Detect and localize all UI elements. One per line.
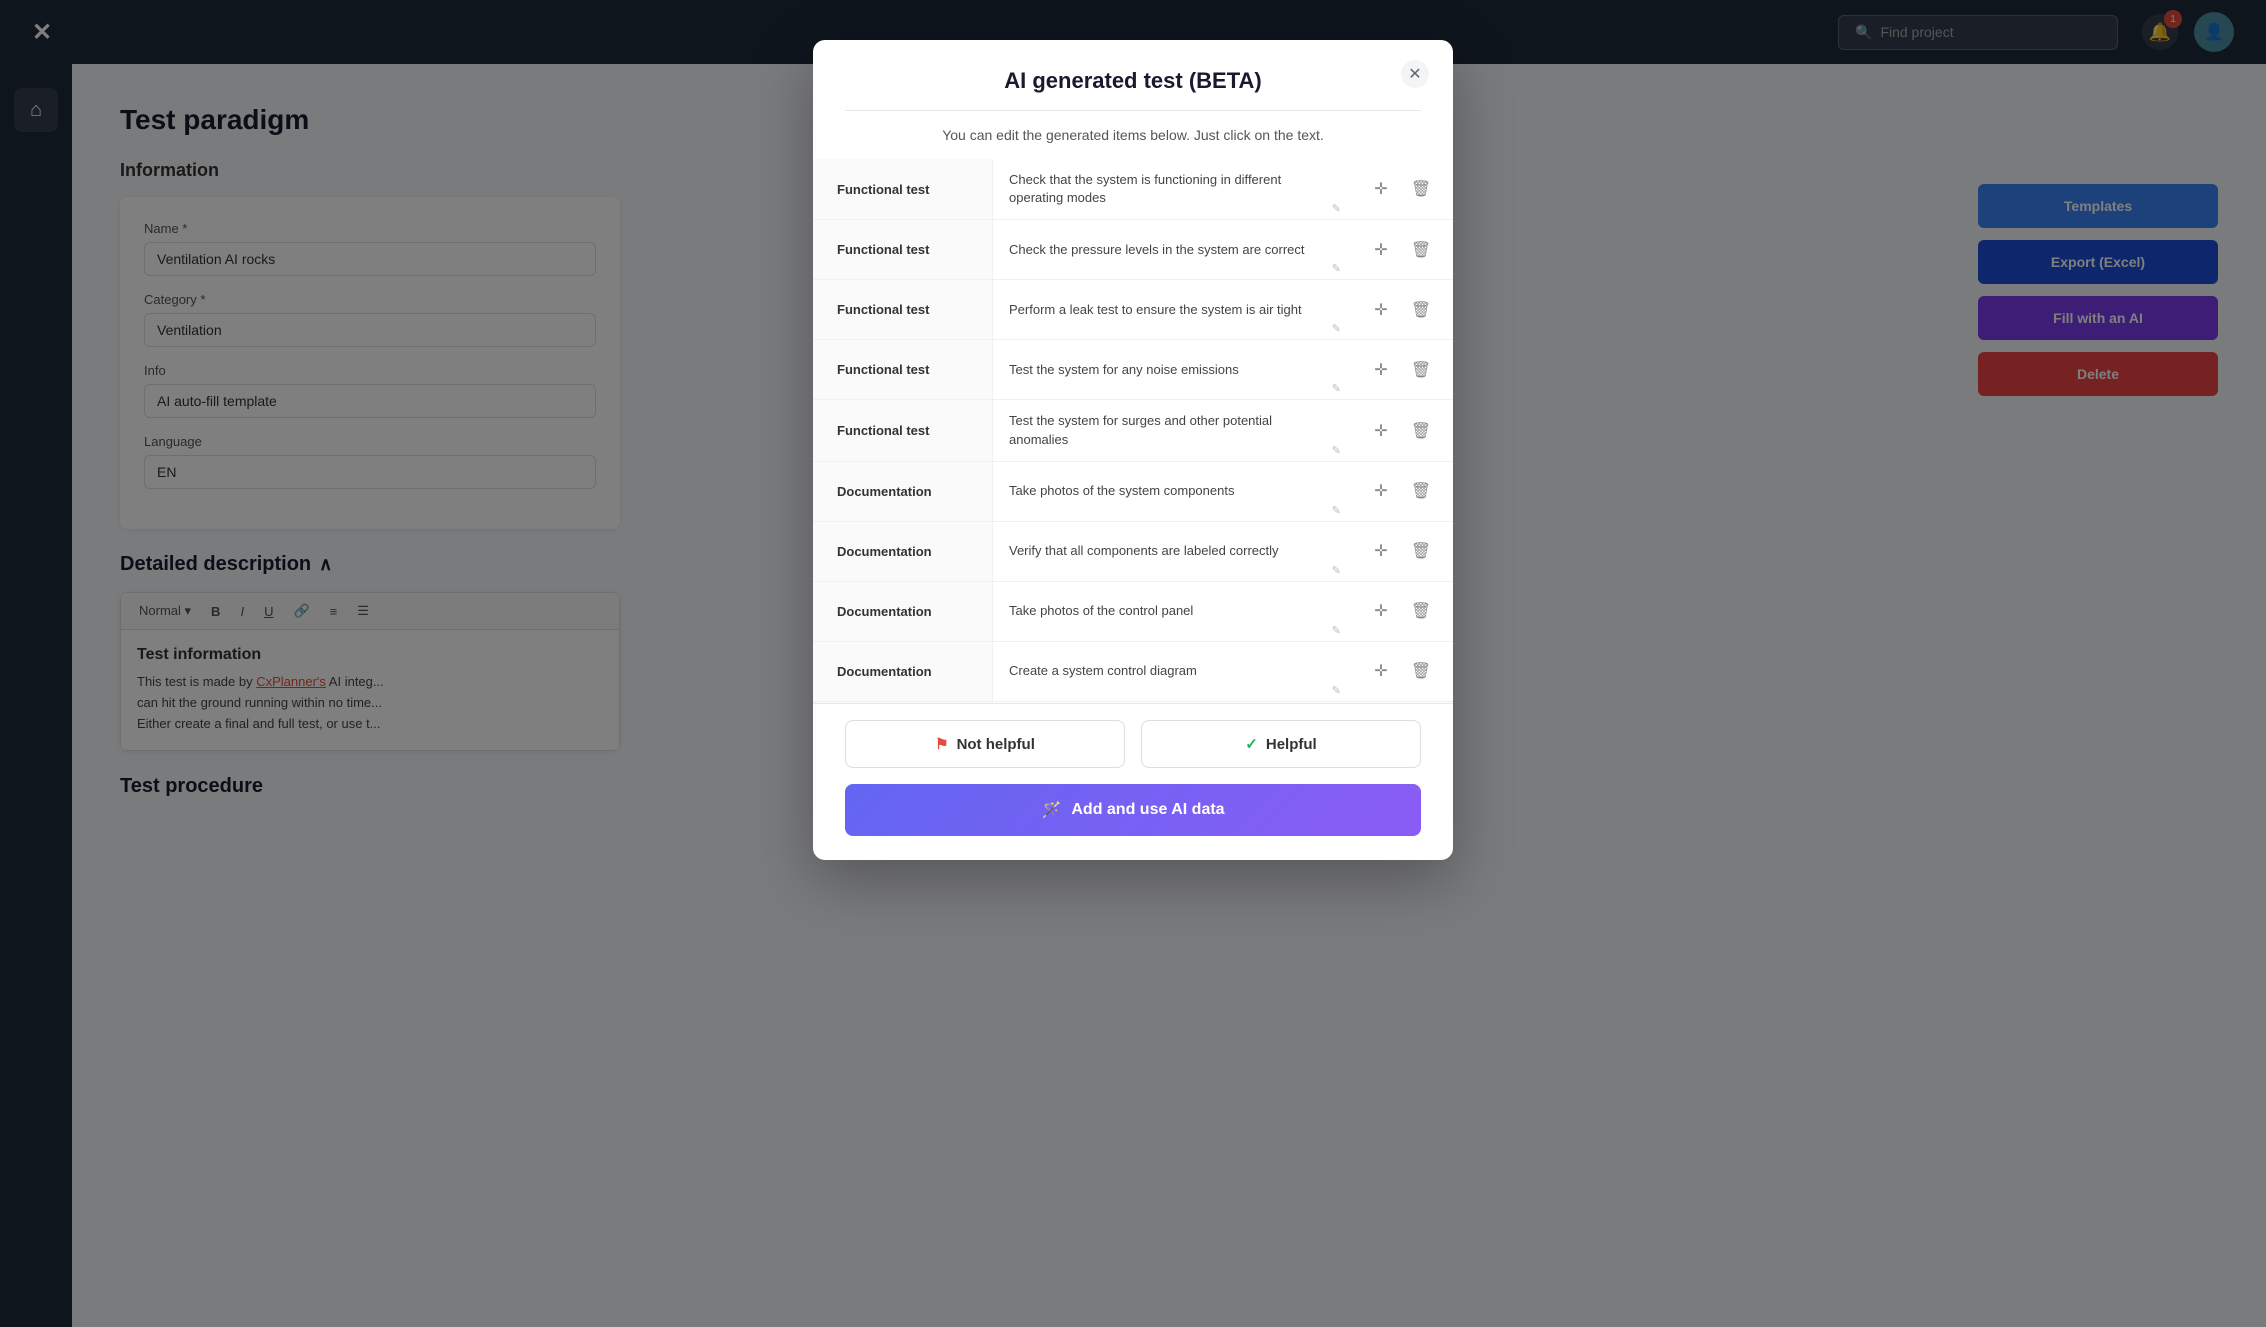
delete-row-icon[interactable]: 🗑 xyxy=(1405,173,1437,205)
modal-body: Functional test Check that the system is… xyxy=(813,159,1453,703)
add-ai-label: Add and use AI data xyxy=(1071,801,1224,819)
not-helpful-button[interactable]: ⚑ Not helpful xyxy=(845,720,1125,768)
drag-icon[interactable]: ✛ xyxy=(1365,535,1397,567)
test-desc-text: Perform a leak test to ensure the system… xyxy=(1009,301,1333,319)
ai-modal: AI generated test (BETA) ✕ You can edit … xyxy=(813,40,1453,860)
not-helpful-icon: ⚑ xyxy=(935,735,948,753)
table-row: Documentation Take photos of the control… xyxy=(813,582,1453,642)
test-category: Documentation xyxy=(813,462,993,521)
test-row-actions: ✛ 🗑 xyxy=(1349,522,1453,581)
helpful-label: Helpful xyxy=(1266,736,1317,753)
test-description[interactable]: Test the system for surges and other pot… xyxy=(993,400,1349,460)
test-row-actions: ✛ 🗑 xyxy=(1349,159,1453,219)
test-row-actions: ✛ 🗑 xyxy=(1349,280,1453,339)
test-desc-text: Create a system control diagram xyxy=(1009,662,1333,680)
drag-icon[interactable]: ✛ xyxy=(1365,595,1397,627)
table-row: Documentation Create a system control di… xyxy=(813,642,1453,702)
test-description[interactable]: Take photos of the system components ✎ xyxy=(993,462,1349,521)
test-row-actions: ✛ 🗑 xyxy=(1349,340,1453,399)
table-row: Functional test Test the system for surg… xyxy=(813,400,1453,461)
modal-overlay: AI generated test (BETA) ✕ You can edit … xyxy=(0,0,2266,1327)
test-desc-text: Test the system for any noise emissions xyxy=(1009,361,1333,379)
drag-icon[interactable]: ✛ xyxy=(1365,475,1397,507)
modal-footer: ⚑ Not helpful ✓ Helpful xyxy=(813,703,1453,784)
test-description[interactable]: Check the pressure levels in the system … xyxy=(993,220,1349,279)
test-category: Functional test xyxy=(813,159,993,219)
delete-row-icon[interactable]: 🗑 xyxy=(1405,655,1437,687)
delete-row-icon[interactable]: 🗑 xyxy=(1405,294,1437,326)
modal-title: AI generated test (BETA) xyxy=(845,68,1421,94)
delete-row-icon[interactable]: 🗑 xyxy=(1405,475,1437,507)
drag-icon[interactable]: ✛ xyxy=(1365,234,1397,266)
test-description[interactable]: Verify that all components are labeled c… xyxy=(993,522,1349,581)
test-row-actions: ✛ 🗑 xyxy=(1349,220,1453,279)
delete-row-icon[interactable]: 🗑 xyxy=(1405,415,1437,447)
edit-hint-icon: ✎ xyxy=(1332,202,1341,215)
table-row: Functional test Test the system for any … xyxy=(813,340,1453,400)
test-category: Functional test xyxy=(813,280,993,339)
test-category: Documentation xyxy=(813,522,993,581)
edit-hint-icon: ✎ xyxy=(1332,322,1341,335)
edit-hint-icon: ✎ xyxy=(1332,684,1341,697)
modal-subtitle: You can edit the generated items below. … xyxy=(845,127,1421,143)
table-row: Functional test Check the pressure level… xyxy=(813,220,1453,280)
test-category: Documentation xyxy=(813,642,993,701)
test-description[interactable]: Perform a leak test to ensure the system… xyxy=(993,280,1349,339)
edit-hint-icon: ✎ xyxy=(1332,382,1341,395)
drag-icon[interactable]: ✛ xyxy=(1365,354,1397,386)
test-desc-text: Check that the system is functioning in … xyxy=(1009,171,1333,207)
test-desc-text: Test the system for surges and other pot… xyxy=(1009,412,1333,448)
test-description[interactable]: Take photos of the control panel ✎ xyxy=(993,582,1349,641)
modal-header: AI generated test (BETA) ✕ You can edit … xyxy=(813,40,1453,159)
test-category: Documentation xyxy=(813,582,993,641)
test-description[interactable]: Test the system for any noise emissions … xyxy=(993,340,1349,399)
table-row: Documentation Take photos of the system … xyxy=(813,462,1453,522)
table-row: Documentation Verify that all components… xyxy=(813,522,1453,582)
add-ai-button[interactable]: 🪄 Add and use AI data xyxy=(845,784,1421,836)
helpful-button[interactable]: ✓ Helpful xyxy=(1141,720,1421,768)
delete-row-icon[interactable]: 🗑 xyxy=(1405,595,1437,627)
test-desc-text: Verify that all components are labeled c… xyxy=(1009,542,1333,560)
test-row-actions: ✛ 🗑 xyxy=(1349,462,1453,521)
modal-divider xyxy=(845,110,1421,111)
test-row-actions: ✛ 🗑 xyxy=(1349,642,1453,701)
drag-icon[interactable]: ✛ xyxy=(1365,655,1397,687)
delete-row-icon[interactable]: 🗑 xyxy=(1405,234,1437,266)
test-description[interactable]: Check that the system is functioning in … xyxy=(993,159,1349,219)
edit-hint-icon: ✎ xyxy=(1332,564,1341,577)
test-description[interactable]: Ensure that a complete system documentat… xyxy=(993,702,1349,703)
test-description[interactable]: Create a system control diagram ✎ xyxy=(993,642,1349,701)
test-category: Functional test xyxy=(813,220,993,279)
add-ai-icon: 🪄 xyxy=(1041,800,1061,820)
delete-row-icon[interactable]: 🗑 xyxy=(1405,354,1437,386)
not-helpful-label: Not helpful xyxy=(957,736,1035,753)
edit-hint-icon: ✎ xyxy=(1332,444,1341,457)
test-category: Functional test xyxy=(813,400,993,460)
drag-icon[interactable]: ✛ xyxy=(1365,415,1397,447)
delete-row-icon[interactable]: 🗑 xyxy=(1405,535,1437,567)
test-category: Functional test xyxy=(813,340,993,399)
drag-icon[interactable]: ✛ xyxy=(1365,173,1397,205)
modal-close-button[interactable]: ✕ xyxy=(1401,60,1429,88)
helpful-icon: ✓ xyxy=(1245,735,1258,753)
test-desc-text: Check the pressure levels in the system … xyxy=(1009,241,1333,259)
table-row: Functional test Perform a leak test to e… xyxy=(813,280,1453,340)
edit-hint-icon: ✎ xyxy=(1332,624,1341,637)
table-row: Functional test Check that the system is… xyxy=(813,159,1453,220)
drag-icon[interactable]: ✛ xyxy=(1365,294,1397,326)
test-row-actions: ✛ 🗑 xyxy=(1349,400,1453,460)
test-row-actions: ✛ 🗑 xyxy=(1349,582,1453,641)
test-desc-text: Take photos of the control panel xyxy=(1009,602,1333,620)
edit-hint-icon: ✎ xyxy=(1332,262,1341,275)
edit-hint-icon: ✎ xyxy=(1332,504,1341,517)
test-desc-text: Take photos of the system components xyxy=(1009,482,1333,500)
